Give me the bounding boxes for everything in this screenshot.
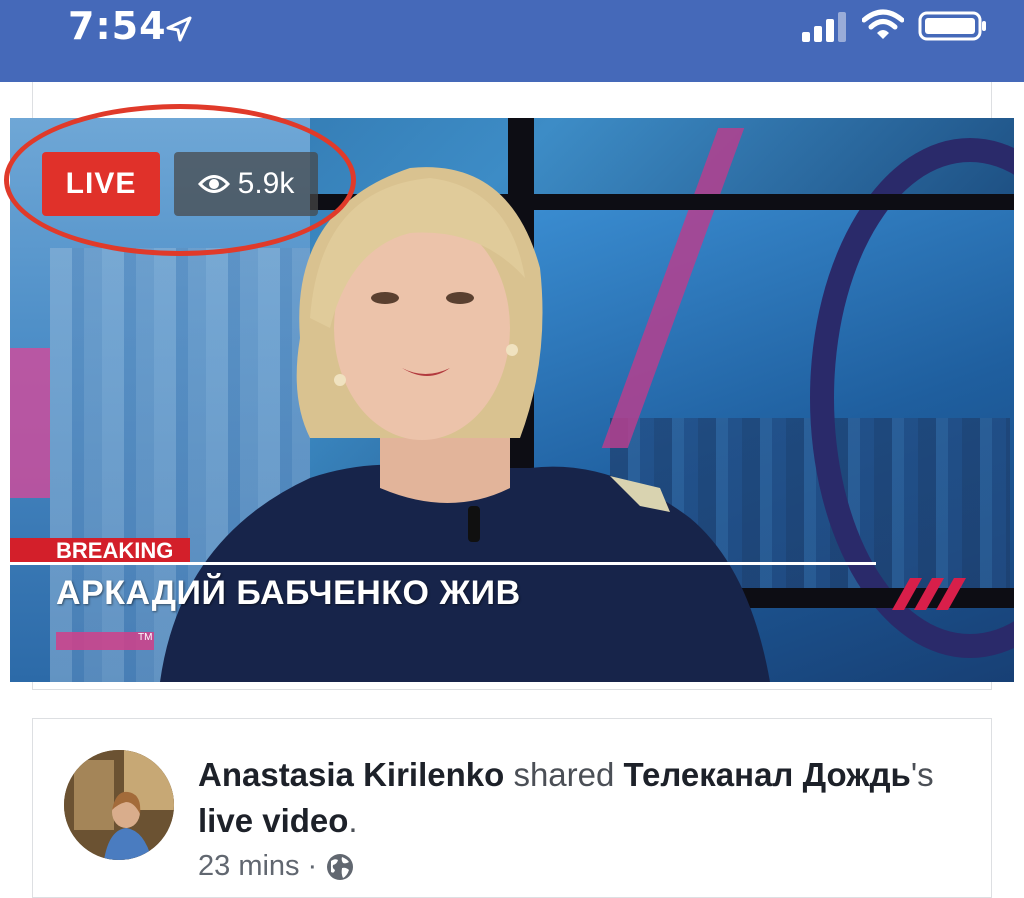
breaking-label: BREAKING xyxy=(10,538,190,564)
breaking-divider xyxy=(10,562,876,565)
location-arrow-icon xyxy=(166,16,192,42)
post-timestamp-link[interactable]: 23 mins xyxy=(198,850,300,883)
meta-separator: · xyxy=(307,850,318,882)
post-headline: Anastasia Kirilenko shared Телеканал Дож… xyxy=(198,752,958,844)
highlight-circle-annotation xyxy=(4,104,356,256)
status-bar: 7:54 xyxy=(0,0,1024,82)
avatar[interactable] xyxy=(64,750,174,860)
page-name-link[interactable]: Телеканал Дождь xyxy=(624,756,911,793)
author-name-link[interactable]: Anastasia Kirilenko xyxy=(198,756,504,793)
shared-label: shared xyxy=(513,756,615,793)
globe-icon[interactable] xyxy=(325,852,355,882)
ticker-mark: TM xyxy=(138,632,153,643)
battery-icon xyxy=(918,11,986,41)
avatar-image xyxy=(64,750,174,860)
post-meta: 23 mins · xyxy=(198,850,355,883)
wifi-icon xyxy=(862,9,904,39)
news-headline: АРКАДИЙ БАБЧЕНКО ЖИВ xyxy=(56,574,521,612)
status-time: 7:54 xyxy=(68,4,167,48)
live-video-link[interactable]: live video xyxy=(198,802,348,839)
period-label: . xyxy=(348,802,358,839)
possessive-label: 's xyxy=(910,756,934,793)
channel-logo-icon xyxy=(892,578,966,610)
signal-icon xyxy=(802,12,846,42)
